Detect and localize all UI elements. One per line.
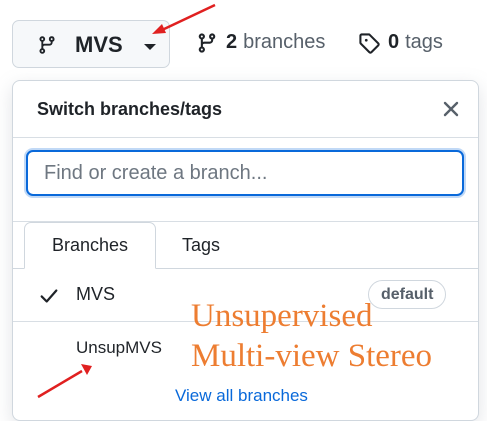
tag-icon [359, 32, 380, 54]
current-branch-name: MVS [75, 32, 123, 57]
x-icon[interactable] [439, 97, 463, 121]
branches-count-link[interactable]: 2 branches [196, 31, 325, 54]
check-icon [40, 289, 58, 303]
branch-item-label: MVS [76, 284, 116, 304]
triangle-down-icon [144, 44, 156, 50]
git-branch-icon [39, 36, 55, 54]
git-branch-icon [198, 32, 216, 53]
branch-item-label: UnsupMVS [76, 338, 162, 357]
branch-search-input[interactable] [26, 150, 464, 196]
view-all-branches-link[interactable]: View all branches [175, 386, 308, 406]
dropdown-title: Switch branches/tags [37, 99, 223, 119]
repo-toolbar: MVS 2 branches 0 tags [0, 0, 487, 80]
tags-count-link[interactable]: 0 tags [358, 31, 443, 54]
branches-count: 2 [226, 31, 238, 53]
branches-label: branches [243, 31, 326, 53]
branch-select-button[interactable]: MVS [12, 20, 170, 68]
tags-count: 0 [388, 31, 400, 53]
search-section [13, 138, 478, 222]
dropdown-header: Switch branches/tags [13, 81, 478, 138]
annotation-text: Unsupervised Multi-view Stereo [191, 296, 432, 376]
annotation-line-1: Unsupervised [191, 298, 373, 334]
tags-label: tags [405, 31, 443, 53]
tab-tags[interactable]: Tags [161, 222, 241, 268]
tab-branches[interactable]: Branches [24, 222, 156, 269]
dropdown-tabs: Branches Tags [13, 222, 478, 269]
annotation-line-2: Multi-view Stereo [191, 338, 433, 374]
